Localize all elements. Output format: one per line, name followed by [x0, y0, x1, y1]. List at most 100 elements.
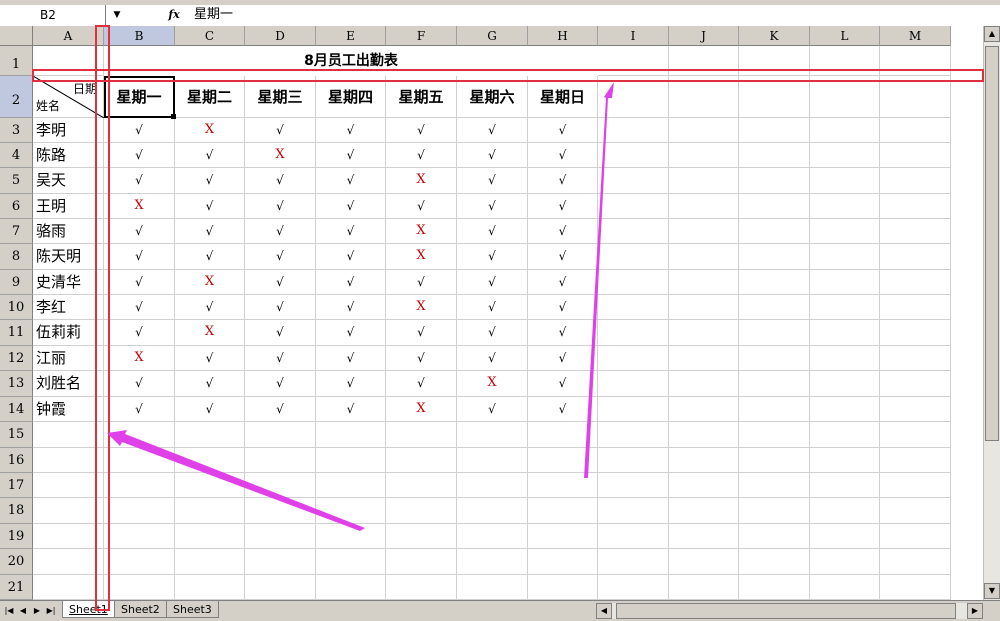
grid-cell[interactable] [245, 524, 316, 549]
present-mark-cell[interactable]: √ [316, 295, 386, 320]
employee-name-cell[interactable]: 伍莉莉 [33, 320, 104, 346]
grid-cell[interactable] [739, 473, 810, 498]
grid-cell[interactable] [810, 397, 880, 422]
grid-cell[interactable] [669, 76, 739, 118]
grid-cell[interactable] [669, 346, 739, 371]
present-mark-cell[interactable]: √ [175, 397, 245, 422]
horizontal-scroll-thumb[interactable] [616, 603, 956, 619]
grid-cell[interactable] [104, 473, 175, 498]
column-header-g[interactable]: G [457, 26, 528, 46]
chevron-down-icon[interactable]: ▼ [106, 5, 128, 25]
grid-cell[interactable] [810, 143, 880, 168]
absent-mark-cell[interactable]: X [386, 168, 457, 194]
present-mark-cell[interactable]: √ [316, 168, 386, 194]
grid-cell[interactable] [739, 397, 810, 422]
grid-cell[interactable] [810, 244, 880, 270]
grid-cell[interactable] [810, 575, 880, 600]
employee-name-cell[interactable]: 史清华 [33, 270, 104, 295]
grid-cell[interactable] [880, 194, 951, 219]
grid-cell[interactable] [880, 371, 951, 397]
row-header-10[interactable]: 10 [0, 295, 33, 320]
header-diagonal-cell[interactable]: 日期 姓名 [33, 76, 104, 118]
column-header-c[interactable]: C [175, 26, 245, 46]
grid-cell[interactable] [739, 422, 810, 448]
grid-cell[interactable] [316, 473, 386, 498]
row-header-17[interactable]: 17 [0, 473, 33, 498]
grid-cell[interactable] [528, 575, 598, 600]
grid-cell[interactable] [598, 244, 669, 270]
grid-cell[interactable] [810, 219, 880, 244]
grid-cell[interactable] [457, 473, 528, 498]
present-mark-cell[interactable]: √ [245, 194, 316, 219]
grid-cell[interactable] [810, 498, 880, 524]
present-mark-cell[interactable]: √ [245, 295, 316, 320]
grid-cell[interactable] [245, 575, 316, 600]
present-mark-cell[interactable]: √ [175, 219, 245, 244]
horizontal-scrollbar[interactable]: ◀ ▶ [596, 603, 983, 619]
present-mark-cell[interactable]: √ [528, 346, 598, 371]
grid-cell[interactable] [739, 244, 810, 270]
formula-input[interactable]: 星期一 [194, 5, 233, 25]
grid-cell[interactable] [316, 549, 386, 575]
row-header-8[interactable]: 8 [0, 244, 33, 270]
grid-cell[interactable] [598, 270, 669, 295]
grid-cell[interactable] [245, 549, 316, 575]
row-header-14[interactable]: 14 [0, 397, 33, 422]
grid-cell[interactable] [880, 168, 951, 194]
grid-cell[interactable] [669, 46, 739, 76]
grid-cell[interactable] [598, 219, 669, 244]
present-mark-cell[interactable]: √ [104, 371, 175, 397]
grid-cell[interactable] [598, 498, 669, 524]
grid-cell[interactable] [457, 448, 528, 473]
grid-cell[interactable] [669, 498, 739, 524]
grid-cell[interactable] [316, 422, 386, 448]
grid-cell[interactable] [669, 473, 739, 498]
grid-cell[interactable] [880, 46, 951, 76]
absent-mark-cell[interactable]: X [386, 295, 457, 320]
sheet-tab-sheet3[interactable]: Sheet3 [166, 601, 219, 618]
present-mark-cell[interactable]: √ [175, 346, 245, 371]
present-mark-cell[interactable]: √ [386, 371, 457, 397]
sheet-tab-sheet1[interactable]: Sheet1 [62, 601, 115, 618]
grid-cell[interactable] [669, 575, 739, 600]
grid-cell[interactable] [669, 118, 739, 143]
grid-cell[interactable] [880, 575, 951, 600]
grid-cell[interactable] [880, 397, 951, 422]
present-mark-cell[interactable]: √ [175, 295, 245, 320]
present-mark-cell[interactable]: √ [316, 397, 386, 422]
grid-cell[interactable] [880, 346, 951, 371]
scroll-right-icon[interactable]: ▶ [967, 603, 983, 619]
column-header-e[interactable]: E [316, 26, 386, 46]
grid-cell[interactable] [880, 498, 951, 524]
grid-cell[interactable] [33, 549, 104, 575]
grid-cell[interactable] [598, 320, 669, 346]
row-header-16[interactable]: 16 [0, 448, 33, 473]
grid-cell[interactable] [880, 118, 951, 143]
grid-cell[interactable] [457, 575, 528, 600]
grid-cell[interactable] [386, 448, 457, 473]
present-mark-cell[interactable]: √ [104, 320, 175, 346]
employee-name-cell[interactable]: 吴天 [33, 168, 104, 194]
sheet-title[interactable]: 8月员工出勤表 [104, 46, 598, 76]
grid-cell[interactable] [316, 498, 386, 524]
first-sheet-icon[interactable]: |◀ [3, 604, 15, 618]
grid-cell[interactable] [810, 46, 880, 76]
present-mark-cell[interactable]: √ [457, 143, 528, 168]
grid-cell[interactable] [739, 448, 810, 473]
grid-cell[interactable] [245, 448, 316, 473]
grid-cell[interactable] [739, 168, 810, 194]
employee-name-cell[interactable]: 王明 [33, 194, 104, 219]
present-mark-cell[interactable]: √ [457, 295, 528, 320]
grid-cell[interactable] [669, 320, 739, 346]
grid-cell[interactable] [739, 524, 810, 549]
grid-cell[interactable] [175, 549, 245, 575]
present-mark-cell[interactable]: √ [457, 194, 528, 219]
column-header-h[interactable]: H [528, 26, 598, 46]
column-header-m[interactable]: M [880, 26, 951, 46]
present-mark-cell[interactable]: √ [316, 118, 386, 143]
grid-cell[interactable] [669, 270, 739, 295]
present-mark-cell[interactable]: √ [175, 194, 245, 219]
grid-cell[interactable] [598, 143, 669, 168]
column-header-i[interactable]: I [598, 26, 669, 46]
grid-cell[interactable] [739, 575, 810, 600]
